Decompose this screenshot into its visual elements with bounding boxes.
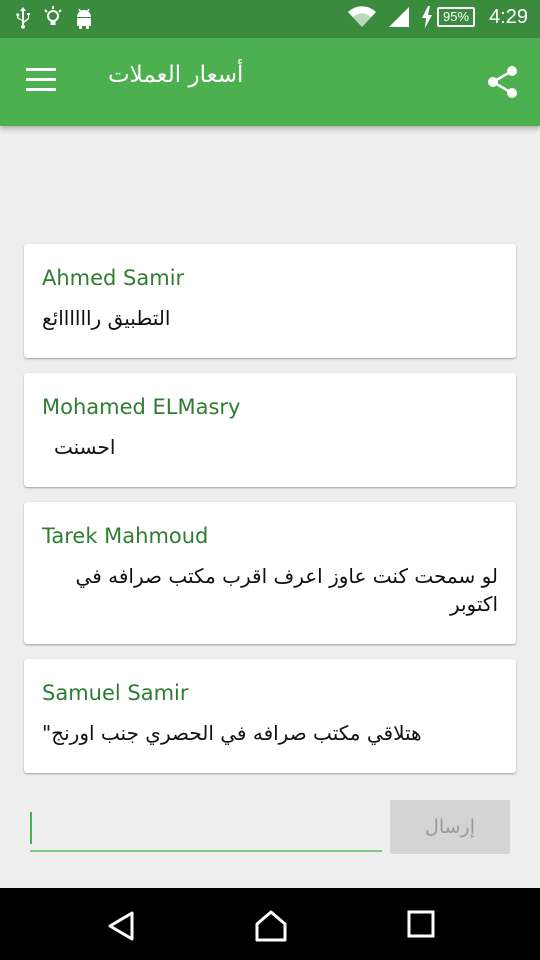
- status-bar: 95% 4:29: [0, 0, 540, 38]
- signal-icon: [389, 7, 410, 27]
- comment-card: Samuel Samir هتلاقي مكتب صرافه في الحصري…: [24, 659, 516, 773]
- comment-author: Mohamed ELMasry: [42, 395, 241, 419]
- send-button[interactable]: إرسال: [390, 800, 510, 854]
- comment-card: Ahmed Samir التطبيق راااااائع: [24, 244, 516, 358]
- page-title: أسعار العملات: [108, 62, 244, 88]
- system-nav-bar: [0, 888, 540, 960]
- comment-card: Mohamed ELMasry احسنت: [24, 373, 516, 487]
- hamburger-menu-icon[interactable]: [26, 68, 58, 96]
- home-icon[interactable]: [254, 910, 288, 942]
- comment-author: Samuel Samir: [42, 681, 189, 705]
- share-icon[interactable]: [486, 64, 520, 100]
- comment-author: Ahmed Samir: [42, 266, 185, 290]
- battery-percent: 95%: [443, 9, 470, 24]
- charging-icon: [422, 6, 433, 28]
- battery-icon: 95%: [437, 7, 476, 27]
- lightbulb-icon: [44, 6, 62, 25]
- comment-message: لو سمحت كنت عاوز اعرف اقرب مكتب صرافه في…: [75, 564, 498, 616]
- comment-composer: إرسال: [30, 800, 510, 854]
- comment-input[interactable]: [30, 812, 382, 852]
- comment-card: Tarek Mahmoud لو سمحت كنت عاوز اعرف اقرب…: [24, 502, 516, 644]
- comment-message: احسنت: [54, 435, 116, 459]
- comments-list[interactable]: Ahmed Samir التطبيق راااااائع Mohamed EL…: [24, 244, 516, 788]
- wifi-icon: [348, 6, 377, 28]
- comment-message: التطبيق راااااائع: [42, 306, 171, 330]
- comment-author: Tarek Mahmoud: [42, 524, 209, 548]
- android-icon: [77, 8, 91, 29]
- comment-message: هتلاقي مكتب صرافه في الحصري جنب اورنج": [42, 721, 422, 745]
- app-bar: أسعار العملات: [0, 38, 540, 126]
- clock: 4:29: [489, 5, 528, 28]
- recents-icon[interactable]: [407, 910, 435, 938]
- back-icon[interactable]: [106, 910, 136, 942]
- usb-icon: [16, 7, 30, 29]
- text-cursor: [30, 812, 32, 844]
